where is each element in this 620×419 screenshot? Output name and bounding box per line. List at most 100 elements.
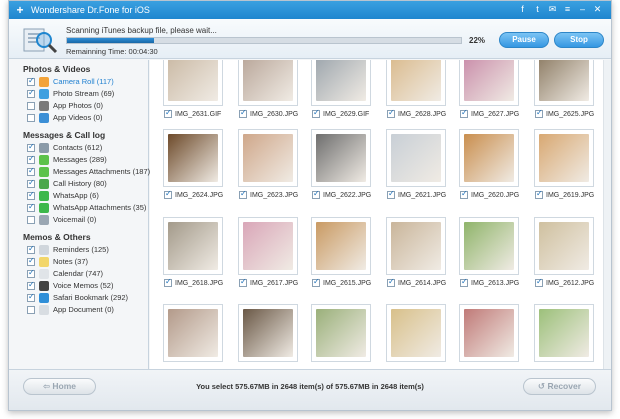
- photo-thumbnail[interactable]: [534, 217, 594, 275]
- photo-thumbnail[interactable]: [386, 217, 446, 275]
- photo-preview: [168, 222, 218, 270]
- category-checkbox[interactable]: [27, 88, 35, 98]
- photo-thumbnail[interactable]: [238, 217, 298, 275]
- photo-thumbnail[interactable]: [459, 60, 519, 106]
- sidebar-item[interactable]: Safari Bookmark (292): [27, 292, 147, 304]
- sidebar-item-label: Contacts (612): [53, 143, 103, 152]
- category-checkbox[interactable]: [27, 114, 35, 122]
- facebook-icon[interactable]: f: [517, 4, 528, 15]
- photo-checkbox[interactable]: [535, 277, 543, 287]
- photo-preview: [539, 222, 589, 270]
- sidebar-item[interactable]: Messages Attachments (187): [27, 166, 150, 178]
- photo-thumbnail[interactable]: [459, 304, 519, 362]
- photo-thumbnail[interactable]: [459, 217, 519, 275]
- category-checkbox[interactable]: [27, 202, 35, 212]
- photo-thumbnail[interactable]: [311, 129, 371, 187]
- sidebar-item[interactable]: Calendar (747): [27, 268, 147, 280]
- close-icon[interactable]: ✕: [592, 4, 603, 15]
- sidebar-item[interactable]: WhatsApp Attachments (35): [27, 202, 147, 214]
- category-checkbox[interactable]: [27, 256, 35, 266]
- twitter-icon[interactable]: t: [532, 4, 543, 15]
- category-checkbox[interactable]: [27, 216, 35, 224]
- photo-checkbox[interactable]: [460, 277, 468, 287]
- sidebar-item[interactable]: App Document (0): [27, 305, 147, 316]
- photo-thumbnail[interactable]: [238, 129, 298, 187]
- feedback-icon[interactable]: ✉: [547, 4, 558, 15]
- photo-checkbox[interactable]: [239, 108, 247, 118]
- category-checkbox[interactable]: [27, 142, 35, 152]
- photo-checkbox[interactable]: [535, 108, 543, 118]
- category-checkbox[interactable]: [27, 166, 35, 176]
- stop-button[interactable]: Stop: [554, 32, 604, 48]
- photo-checkbox[interactable]: [164, 108, 172, 118]
- photo-thumbnail[interactable]: [534, 304, 594, 362]
- grid-scrollbar[interactable]: [603, 60, 611, 369]
- sidebar-item[interactable]: Voice Memos (52): [27, 280, 147, 292]
- photo-caption: IMG_2613.JPG: [460, 277, 530, 288]
- sidebar-item-label: Reminders (125): [53, 245, 109, 254]
- photo-thumbnail[interactable]: [386, 129, 446, 187]
- sidebar-item[interactable]: Notes (37): [27, 256, 147, 268]
- photo-thumbnail[interactable]: [534, 129, 594, 187]
- sidebar-item[interactable]: Reminders (125): [27, 244, 147, 256]
- photo-thumbnail[interactable]: [163, 304, 223, 362]
- photo-checkbox[interactable]: [387, 108, 395, 118]
- sidebar-item[interactable]: Contacts (612): [27, 142, 147, 154]
- photo-filename: IMG_2620.JPG: [471, 192, 520, 199]
- sidebar-item[interactable]: Camera Roll (117): [27, 76, 147, 88]
- photo-checkbox[interactable]: [535, 189, 543, 199]
- category-checkbox[interactable]: [27, 244, 35, 254]
- photo-caption: IMG_2615.JPG: [312, 277, 382, 288]
- minimize-icon[interactable]: –: [577, 4, 588, 15]
- photo-caption: IMG_2620.JPG: [460, 189, 530, 200]
- category-checkbox[interactable]: [27, 154, 35, 164]
- photo-thumbnail[interactable]: [386, 60, 446, 106]
- photo-checkbox[interactable]: [387, 277, 395, 287]
- photo-checkbox[interactable]: [387, 189, 395, 199]
- photo-checkbox[interactable]: [164, 277, 172, 287]
- category-checkbox[interactable]: [27, 102, 35, 110]
- photo-thumbnail[interactable]: [459, 129, 519, 187]
- photo-preview: [539, 309, 589, 357]
- sidebar-item[interactable]: App Photos (0): [27, 101, 147, 112]
- recover-button[interactable]: ↺ Recover: [523, 378, 596, 395]
- pause-button[interactable]: Pause: [499, 32, 549, 48]
- sidebar-item[interactable]: WhatsApp (6): [27, 190, 147, 202]
- category-checkbox[interactable]: [27, 76, 35, 86]
- category-checkbox[interactable]: [27, 306, 35, 314]
- selection-status: You select 575.67MB in 2648 item(s) of 5…: [196, 382, 424, 391]
- section-header: Messages & Call log: [23, 130, 106, 140]
- sidebar-item[interactable]: Photo Stream (69): [27, 88, 147, 100]
- sidebar-item[interactable]: Voicemail (0): [27, 215, 147, 226]
- photo-thumbnail[interactable]: [238, 60, 298, 106]
- photo-thumbnail[interactable]: [238, 304, 298, 362]
- photo-thumbnail[interactable]: [534, 60, 594, 106]
- photo-checkbox[interactable]: [312, 277, 320, 287]
- photo-checkbox[interactable]: [312, 108, 320, 118]
- photo-thumbnail[interactable]: [311, 304, 371, 362]
- photo-preview: [391, 309, 441, 357]
- photo-preview: [243, 60, 293, 101]
- photo-checkbox[interactable]: [460, 189, 468, 199]
- photo-thumbnail[interactable]: [311, 60, 371, 106]
- sidebar-item[interactable]: Messages (289): [27, 154, 147, 166]
- photo-thumbnail[interactable]: [163, 60, 223, 106]
- photo-thumbnail[interactable]: [386, 304, 446, 362]
- photo-checkbox[interactable]: [312, 189, 320, 199]
- photo-thumbnail[interactable]: [311, 217, 371, 275]
- photo-checkbox[interactable]: [239, 277, 247, 287]
- category-checkbox[interactable]: [27, 268, 35, 278]
- photo-caption: IMG_2629.GIF: [312, 108, 382, 119]
- photo-checkbox[interactable]: [460, 108, 468, 118]
- photo-thumbnail[interactable]: [163, 129, 223, 187]
- category-checkbox[interactable]: [27, 190, 35, 200]
- category-checkbox[interactable]: [27, 178, 35, 188]
- photo-checkbox[interactable]: [239, 189, 247, 199]
- photo-thumbnail[interactable]: [163, 217, 223, 275]
- photo-checkbox[interactable]: [164, 189, 172, 199]
- sidebar-item[interactable]: App Videos (0): [27, 113, 147, 124]
- menu-icon[interactable]: ≡: [562, 4, 573, 15]
- category-checkbox[interactable]: [27, 292, 35, 302]
- category-checkbox[interactable]: [27, 280, 35, 290]
- sidebar-item[interactable]: Call History (80): [27, 178, 147, 190]
